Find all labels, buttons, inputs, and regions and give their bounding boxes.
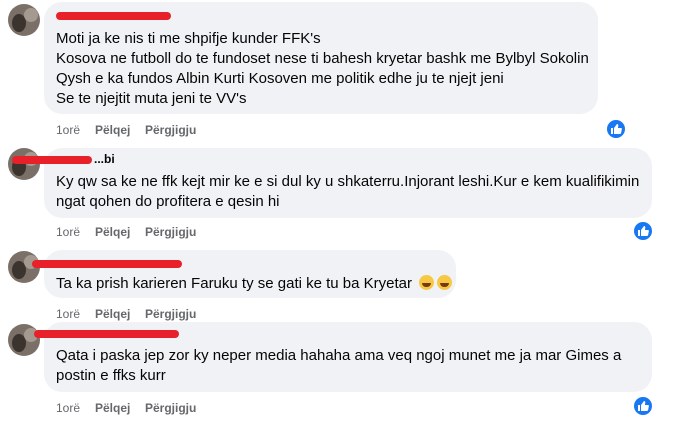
like-reaction-icon[interactable] [634, 397, 652, 415]
avatar[interactable] [8, 4, 40, 36]
like-reaction-icon[interactable] [634, 222, 652, 240]
reply-button[interactable]: Përgjigju [145, 401, 196, 415]
comment-bubble: Ta ka prish karieren Faruku ty se gati k… [32, 250, 456, 298]
comment-bubble: ...bi Ky qw sa ke ne ffk kejt mir ke e s… [12, 148, 652, 218]
reply-button[interactable]: Përgjigju [145, 123, 196, 137]
comment-line: Ta ka prish karieren Faruku ty se gati k… [56, 274, 453, 294]
comment-text: Ta ka prish karieren Faruku ty se gati k… [56, 275, 412, 292]
timestamp[interactable]: 1orë [56, 401, 80, 415]
comment-line: Kosova ne futboll do te fundoset nese ti… [56, 50, 589, 67]
author-name-fragment: ...bi [94, 152, 115, 166]
comment-bubble: Qata i paska jep zor ky neper media haha… [34, 322, 652, 392]
comment-line: Moti ja ke nis ti me shpifje kunder FFK'… [56, 30, 321, 47]
comment-line: Qysh e ka fundos Albin Kurti Kosoven me … [56, 70, 504, 87]
grinning-face-emoji [437, 275, 453, 290]
author-name-redacted[interactable] [32, 258, 182, 270]
author-name-redacted[interactable] [56, 10, 171, 22]
like-button[interactable]: Pëlqej [95, 123, 130, 137]
author-name-redacted[interactable] [34, 328, 179, 340]
comment-line: postin e ffks kurr [56, 367, 166, 384]
timestamp[interactable]: 1orë [56, 225, 80, 239]
reply-button[interactable]: Përgjigju [145, 225, 196, 239]
comment-line: Ky qw sa ke ne ffk kejt mir ke e si dul … [56, 173, 640, 190]
comment-bubble: Moti ja ke nis ti me shpifje kunder FFK'… [44, 2, 598, 114]
reply-button[interactable]: Përgjigju [145, 307, 196, 321]
grinning-face-emoji [419, 275, 435, 290]
comment-line: Qata i paska jep zor ky neper media haha… [56, 347, 622, 364]
like-button[interactable]: Pëlqej [95, 401, 130, 415]
comment-line: Se te njejtit muta jeni te VV's [56, 90, 247, 107]
timestamp[interactable]: 1orë [56, 123, 80, 137]
timestamp[interactable]: 1orë [56, 307, 80, 321]
like-button[interactable]: Pëlqej [95, 225, 130, 239]
comment-line: ngat qohen do profitera e qesin hi [56, 193, 280, 210]
like-reaction-icon[interactable] [607, 120, 625, 138]
like-button[interactable]: Pëlqej [95, 307, 130, 321]
author-name-redacted[interactable]: ...bi [12, 152, 122, 166]
